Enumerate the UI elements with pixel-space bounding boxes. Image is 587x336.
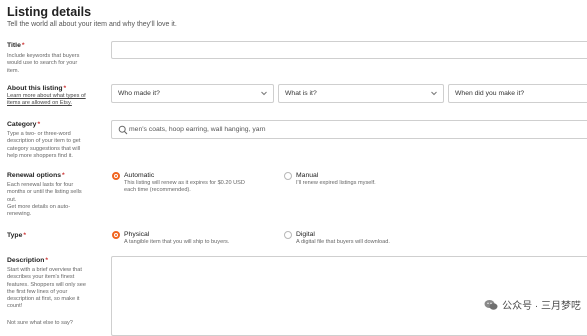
- required-mark: *: [62, 172, 65, 179]
- description-label-text: Description: [7, 257, 45, 264]
- required-mark: *: [45, 257, 49, 264]
- type-digital-desc: A digital file that buyers will download…: [296, 239, 390, 245]
- required-mark: *: [21, 42, 25, 49]
- search-icon: [118, 125, 128, 135]
- description-help-more: Not sure what else to say?: [7, 320, 73, 326]
- type-physical-title: Physical: [124, 231, 150, 238]
- description-help-line: the first few lines of your: [7, 288, 68, 295]
- when-made-select[interactable]: When did you make it?: [448, 84, 587, 103]
- title-help-line: Include keywords that buyers: [7, 53, 80, 59]
- renewal-automatic-radio[interactable]: [112, 172, 120, 180]
- chevron-down-icon: [261, 91, 267, 96]
- title-help-line: item.: [7, 67, 20, 74]
- renewal-help-line: months or until the listing sells: [7, 189, 82, 196]
- category-help-line: description of your item to get: [7, 138, 81, 145]
- renewal-help-line: out.: [7, 196, 17, 203]
- renewal-label: Renewal options*: [7, 172, 65, 179]
- renewal-label-text: Renewal options: [7, 172, 62, 179]
- category-help-line: Type a two- or three-word: [7, 131, 71, 137]
- about-label: About this listing*: [7, 85, 66, 92]
- required-mark: *: [23, 232, 27, 239]
- renewal-manual-title: Manual: [296, 172, 319, 179]
- description-help-line: features. Shoppers will only see: [7, 281, 86, 288]
- renewal-automatic-title: Automatic: [124, 172, 155, 179]
- renewal-help: Each renewal lasts for four months or un…: [7, 182, 102, 218]
- required-mark: *: [37, 121, 41, 128]
- what-is-it-select[interactable]: What is it?: [278, 84, 444, 103]
- about-help-link[interactable]: Learn more about what types of items are…: [7, 93, 107, 108]
- description-help-line: Start with a brief overview that: [7, 267, 82, 273]
- renewal-automatic-desc-line: each time (recommended).: [124, 187, 191, 194]
- select-label: When did you make it?: [455, 90, 525, 97]
- type-label: Type*: [7, 232, 26, 239]
- category-placeholder: men's coats, hoop earring, wall hanging,…: [129, 126, 266, 133]
- title-label-text: Title: [7, 42, 21, 49]
- title-label: Title*: [7, 42, 25, 49]
- renewal-manual-radio[interactable]: [284, 172, 292, 180]
- description-help-line: description at first, so make it: [7, 296, 80, 303]
- about-help-line: items are allowed on Etsy.: [7, 100, 72, 107]
- about-help-line: Learn more about what types of: [7, 93, 86, 99]
- category-help-line: category suggestions that will: [7, 145, 81, 152]
- watermark-text: 公众号 · 三月梦呓: [502, 301, 581, 312]
- description-textarea[interactable]: [111, 256, 587, 336]
- category-label: Category*: [7, 121, 40, 128]
- renewal-help-line: renewing.: [7, 211, 32, 218]
- category-help-line: help more shoppers find it.: [7, 152, 73, 159]
- type-digital-radio[interactable]: [284, 231, 292, 239]
- chevron-down-icon: [431, 91, 437, 96]
- title-input[interactable]: [111, 41, 587, 59]
- select-label: What is it?: [285, 90, 317, 97]
- wechat-icon: [484, 299, 498, 310]
- category-help: Type a two- or three-word description of…: [7, 131, 107, 160]
- select-label: Who made it?: [118, 90, 160, 97]
- type-physical-radio[interactable]: [112, 231, 120, 239]
- description-help-line: count!: [7, 303, 23, 310]
- category-label-text: Category: [7, 121, 37, 128]
- renewal-manual-desc: I'll renew expired listings myself.: [296, 180, 376, 186]
- title-help: Include keywords that buyers would use t…: [7, 53, 102, 75]
- type-digital-title: Digital: [296, 231, 315, 238]
- renewal-automatic-desc: This listing will renew as it expires fo…: [124, 180, 284, 195]
- category-input[interactable]: men's coats, hoop earring, wall hanging,…: [111, 120, 587, 139]
- renewal-help-line: Each renewal lasts for four: [7, 182, 74, 188]
- watermark: 公众号 · 三月梦呓: [484, 297, 581, 312]
- description-label: Description*: [7, 257, 48, 264]
- required-mark: *: [63, 85, 67, 92]
- title-help-line: would use to search for your: [7, 60, 78, 67]
- description-help-line: describes your item's finest: [7, 274, 75, 281]
- renewal-automatic-desc-line: This listing will renew as it expires fo…: [124, 180, 245, 186]
- page-subtitle: Tell the world all about your item and w…: [7, 21, 177, 28]
- who-made-it-select[interactable]: Who made it?: [111, 84, 274, 103]
- renewal-help-line: Get more details on auto-: [7, 203, 71, 210]
- type-physical-desc: A tangible item that you will ship to bu…: [124, 239, 230, 245]
- about-label-text: About this listing: [7, 85, 63, 92]
- description-help: Start with a brief overview that describ…: [7, 267, 107, 311]
- type-label-text: Type: [7, 232, 23, 239]
- page-title: Listing details: [7, 5, 92, 19]
